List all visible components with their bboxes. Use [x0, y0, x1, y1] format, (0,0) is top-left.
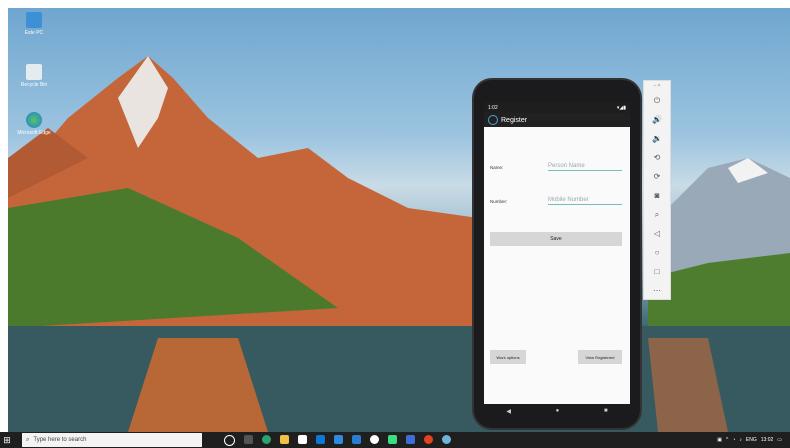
android-emulator: 1:02 ▾◢▮ Register Name: Person Name Numb… [474, 80, 640, 428]
number-label: Number: [490, 199, 508, 204]
store-icon[interactable] [298, 434, 307, 444]
power-icon[interactable]: ⏻ [644, 91, 670, 110]
app-bar: Register [484, 113, 630, 127]
camera-icon[interactable]: ◙ [644, 186, 670, 205]
emulator-screen: 1:02 ▾◢▮ Register Name: Person Name Numb… [484, 102, 630, 404]
vscode-icon[interactable] [352, 434, 361, 444]
recycle-bin-icon [26, 64, 42, 80]
name-input[interactable]: Person Name [548, 163, 622, 171]
rotate-left-icon[interactable]: ⟲ [644, 148, 670, 167]
network-icon[interactable]: ◔ [732, 437, 735, 443]
android-studio-icon[interactable] [388, 434, 397, 444]
app-logo-icon [488, 115, 498, 125]
cortana-icon[interactable] [224, 434, 235, 446]
app-title: Register [501, 116, 528, 124]
overview-icon[interactable]: □ [644, 262, 670, 281]
status-time: 1:02 [488, 104, 498, 111]
desktop-icon-label: Este PC [24, 30, 44, 36]
signal-icon: ▾◢▮ [616, 104, 626, 111]
home-icon[interactable]: ○ [644, 243, 670, 262]
tray-lang[interactable]: ENG [746, 437, 757, 443]
recents-nav-icon[interactable]: ■ [604, 408, 608, 414]
volume-icon[interactable]: ♪ [739, 437, 742, 443]
taskbar-apps [224, 434, 451, 446]
emulator-taskbar-icon[interactable] [442, 434, 451, 444]
zoom-icon[interactable]: ⌕ [644, 205, 670, 224]
emulator-control-panel: – × ⏻ 🔊 🔉 ⟲ ⟳ ◙ ⌕ ◁ ○ □ ⋯ [643, 80, 671, 300]
desktop-icon-label: Microsoft Edge [17, 130, 51, 136]
volume-up-icon[interactable]: 🔊 [644, 110, 670, 129]
close-icon[interactable]: – × [644, 81, 670, 91]
tray-app-icon[interactable]: ▣ [717, 437, 722, 443]
rotate-right-icon[interactable]: ⟳ [644, 167, 670, 186]
chrome-icon[interactable] [370, 434, 379, 444]
taskbar-search-box[interactable]: ⌕ Type here to search [22, 433, 202, 447]
status-bar: 1:02 ▾◢▮ [484, 102, 630, 113]
tray-clock[interactable]: 13:02 [761, 437, 774, 443]
desktop-icon-label: Recycle Bin [20, 82, 48, 88]
home-nav-icon[interactable]: ● [556, 408, 560, 414]
app-icon[interactable] [334, 434, 343, 444]
desktop-icon-edge[interactable]: Microsoft Edge [14, 112, 54, 136]
desktop-icon-this-pc[interactable]: Este PC [14, 12, 54, 36]
app-icon-3[interactable] [424, 434, 433, 444]
back-nav-icon[interactable]: ◀ [506, 408, 511, 415]
view-registered-button[interactable]: View Registered [578, 350, 622, 364]
android-nav-bar: ◀ ● ■ [484, 404, 630, 418]
file-explorer-icon[interactable] [280, 434, 289, 444]
desktop-wallpaper: Este PC Recycle Bin Microsoft Edge [8, 8, 790, 432]
number-input[interactable]: Mobile Number [548, 197, 622, 205]
search-icon: ⌕ [26, 436, 30, 443]
volume-down-icon[interactable]: 🔉 [644, 129, 670, 148]
wallpaper-mountains [8, 56, 790, 432]
work-options-button[interactable]: Work options [490, 350, 526, 364]
more-icon[interactable]: ⋯ [644, 281, 670, 300]
windows-start-icon[interactable]: ⊞ [0, 432, 14, 448]
taskbar: ⊞ ⌕ Type here to search ▣ ^ ◔ ♪ ENG 13:0… [0, 432, 790, 448]
notification-icon[interactable]: ▭ [777, 437, 782, 443]
mail-icon[interactable] [316, 434, 325, 444]
edge-icon [26, 112, 42, 128]
chevron-up-icon[interactable]: ^ [726, 437, 728, 443]
system-tray: ▣ ^ ◔ ♪ ENG 13:02 ▭ [717, 432, 782, 448]
back-icon[interactable]: ◁ [644, 224, 670, 243]
app-icon-2[interactable] [406, 434, 415, 444]
computer-icon [26, 12, 42, 28]
edge-taskbar-icon[interactable] [262, 434, 271, 444]
search-placeholder: Type here to search [33, 437, 87, 443]
name-label: Name: [490, 165, 504, 170]
desktop-icon-recycle-bin[interactable]: Recycle Bin [14, 64, 54, 88]
task-view-icon[interactable] [244, 434, 253, 444]
save-button[interactable]: Save [490, 232, 622, 246]
